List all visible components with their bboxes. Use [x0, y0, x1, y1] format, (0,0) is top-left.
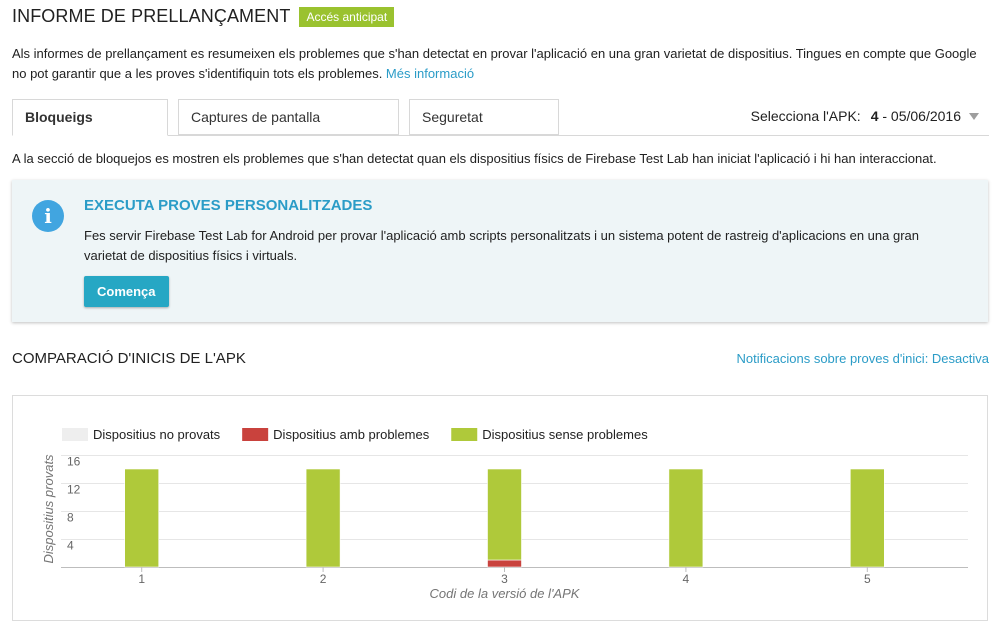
info-icon: i — [32, 200, 64, 232]
launch-notifications-link[interactable]: Notificacions sobre proves d'inici: Desa… — [737, 351, 989, 366]
comparison-title: COMPARACIÓ D'INICIS DE L'APK — [12, 350, 246, 367]
y-tick-label: 4 — [67, 539, 74, 553]
intro-body: Als informes de prellançament es resumei… — [12, 46, 977, 81]
x-tick-label: 3 — [501, 572, 508, 586]
report-header: INFORME DE PRELLANÇAMENT Accés anticipat — [12, 6, 395, 27]
chevron-down-icon — [969, 112, 979, 120]
tab-bar: Bloqueigs Captures de pantalla Seguretat — [12, 99, 569, 136]
launch-comparison-chart: Dispositius no provats Dispositius amb pr… — [12, 395, 988, 621]
card-title: EXECUTA PROVES PERSONALITZADES — [84, 197, 373, 214]
apk-selector-date: - 05/06/2016 — [878, 108, 961, 124]
x-axis-label: Codi de la versió de l'APK — [430, 586, 581, 601]
early-access-badge: Accés anticipat — [299, 6, 395, 27]
legend-swatch — [451, 428, 478, 441]
bar-segment — [305, 468, 341, 568]
x-tick-label: 4 — [683, 572, 690, 586]
tab-screenshots[interactable]: Captures de pantalla — [178, 99, 399, 135]
apk-selector-version: 4 — [870, 108, 879, 124]
bar-segment — [487, 468, 522, 561]
bar-segment — [124, 468, 159, 568]
y-tick-label: 12 — [67, 483, 81, 497]
bar-segment — [849, 468, 885, 568]
start-button[interactable]: Comença — [84, 276, 169, 307]
legend-label: Dispositius amb problemes — [273, 427, 430, 442]
y-tick-label: 16 — [67, 455, 81, 469]
apk-selector[interactable]: Selecciona l'APK: 4 - 05/06/2016 — [751, 108, 979, 124]
crashes-description: A la secció de bloquejos es mostren els … — [12, 151, 937, 166]
x-tick-label: 5 — [864, 572, 871, 586]
tab-crashes[interactable]: Bloqueigs — [12, 99, 168, 136]
y-axis-label: Dispositius provats — [41, 454, 56, 564]
legend-swatch — [242, 428, 269, 441]
active-tab-gap — [13, 135, 167, 136]
tab-security[interactable]: Seguretat — [409, 99, 559, 135]
bar-segment — [487, 559, 522, 568]
legend-label: Dispositius sense problemes — [482, 427, 648, 442]
legend-label: Dispositius no provats — [93, 427, 221, 442]
card-text: Fes servir Firebase Test Lab for Android… — [84, 228, 919, 263]
x-tick-label: 1 — [138, 572, 145, 586]
intro-text: Als informes de prellançament es resumei… — [12, 44, 987, 84]
y-tick-label: 8 — [67, 511, 74, 525]
learn-more-link[interactable]: Més informació — [386, 66, 474, 81]
page-title: INFORME DE PRELLANÇAMENT — [12, 6, 291, 26]
x-tick-label: 2 — [320, 572, 327, 586]
legend-swatch — [62, 428, 88, 441]
bar-segment — [668, 468, 704, 568]
custom-tests-card: i EXECUTA PROVES PERSONALITZADES Fes ser… — [12, 180, 988, 322]
chart-svg: Dispositius no provats Dispositius amb pr… — [41, 427, 968, 601]
apk-selector-label: Selecciona l'APK: — [750, 108, 861, 124]
